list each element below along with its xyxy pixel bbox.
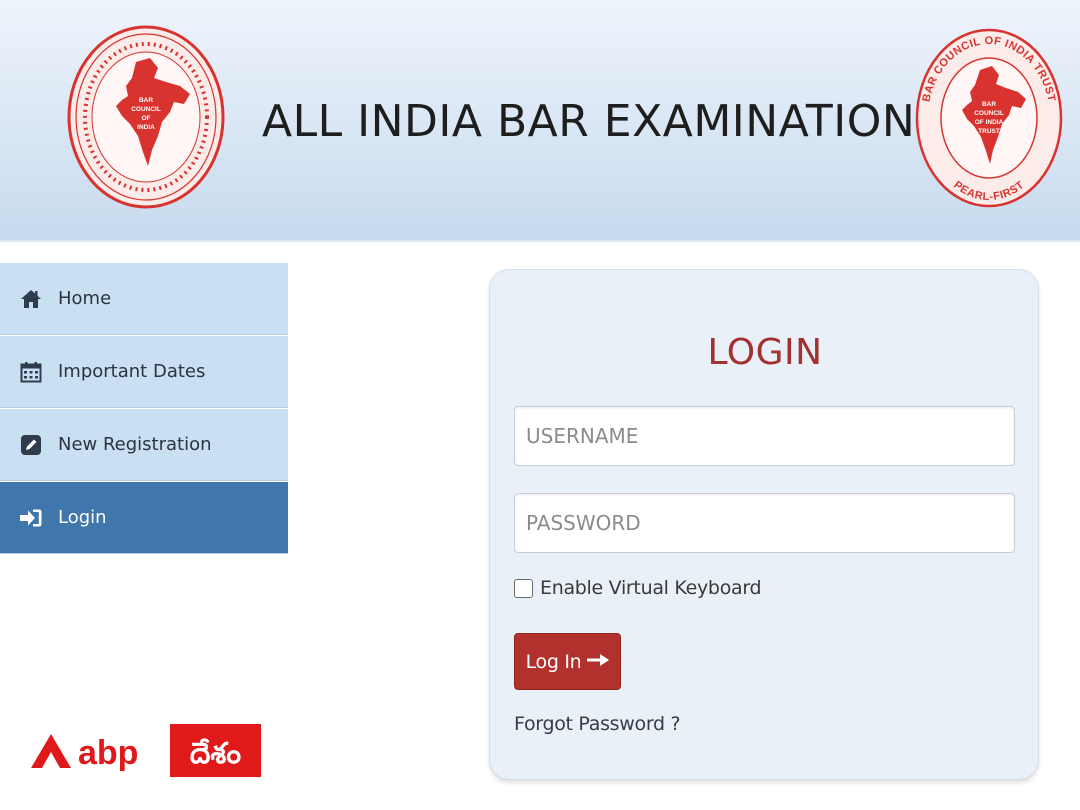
svg-text:BAR: BAR [982,101,996,108]
login-button[interactable]: Log In [514,633,621,690]
svg-text:COUNCIL: COUNCIL [974,110,1004,117]
sidebar-item-login[interactable]: Login [0,482,288,554]
password-input[interactable] [514,493,1015,553]
svg-text:COUNCIL: COUNCIL [131,106,161,113]
home-icon [19,287,43,311]
sidebar-item-home[interactable]: Home [0,263,288,335]
svg-text:INDIA: INDIA [137,124,155,131]
arrow-right-icon [587,653,610,671]
login-button-label: Log In [525,650,582,673]
svg-text:OF INDIA: OF INDIA [975,119,1004,126]
virtual-keyboard-label[interactable]: Enable Virtual Keyboard [540,577,762,599]
login-title: LOGIN [707,332,823,373]
virtual-keyboard-option: Enable Virtual Keyboard [514,577,762,599]
username-input[interactable] [514,406,1015,466]
svg-text:abp: abp [78,734,138,772]
sidebar-item-label: Home [58,288,112,309]
svg-text:OF: OF [141,115,150,122]
sidebar-item-label: Login [58,507,107,528]
svg-text:BAR: BAR [139,97,153,104]
sign-in-icon [19,506,43,530]
svg-text:దేశం: దేశం [190,736,241,770]
sidebar-item-label: New Registration [58,434,212,455]
sidebar-item-new-registration[interactable]: New Registration [0,409,288,481]
calendar-icon [19,360,43,384]
edit-icon [19,433,43,457]
bar-council-seal-icon: BAR COUNCIL OF INDIA [67,25,225,209]
page-title: ALL INDIA BAR EXAMINATION [262,96,916,147]
login-panel: LOGIN Enable Virtual Keyboard Log In For… [489,269,1039,780]
sidebar-item-label: Important Dates [58,361,206,382]
sidebar-nav: Home Important Dates New Registration Lo… [0,263,288,555]
bar-council-trust-seal-icon: BAR COUNCIL OF INDIA TRUST PEARL-FIRST B… [915,28,1063,208]
sidebar-item-important-dates[interactable]: Important Dates [0,336,288,408]
forgot-password-link[interactable]: Forgot Password ? [514,713,681,735]
svg-text:TRUST: TRUST [978,128,1000,135]
page-header: BAR COUNCIL OF INDIA ALL INDIA BAR EXAMI… [0,0,1080,242]
virtual-keyboard-checkbox[interactable] [514,578,533,598]
abp-desam-logo: abp దేశం [31,724,261,777]
